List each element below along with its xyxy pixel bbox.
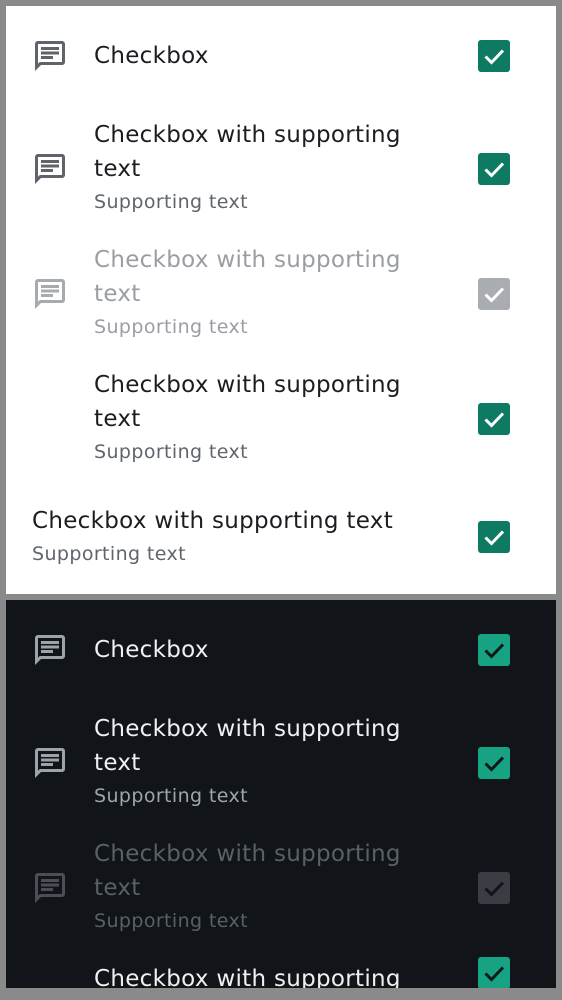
list-item-text: Checkbox with supporting text Supporting…	[94, 243, 404, 342]
supporting-text: Supporting text	[94, 785, 249, 807]
checkbox-disabled	[478, 872, 510, 904]
list-item-title: Checkbox with supporting text	[94, 372, 401, 432]
checkbox[interactable]	[478, 40, 510, 72]
supporting-text: Supporting text	[32, 543, 187, 565]
message-icon	[32, 276, 68, 312]
checkbox[interactable]	[478, 153, 510, 185]
checkbox-disabled	[478, 278, 510, 310]
list-item-checkbox-disabled: Checkbox with supporting text Supporting…	[6, 239, 556, 349]
list-item-checkbox[interactable]: Checkbox	[6, 618, 556, 682]
list-item-checkbox[interactable]: Checkbox	[6, 24, 556, 88]
list-item-text: Checkbox	[94, 633, 404, 667]
list-item-text: Checkbox with supporting text Supporting…	[94, 118, 404, 217]
list-item-text: Checkbox with supporting text Supporting…	[94, 837, 404, 936]
list-item-checkbox-no-icon[interactable]: Checkbox with supporting	[6, 957, 556, 988]
list-item-checkbox-no-icon[interactable]: Checkbox with supporting text Supporting…	[6, 364, 556, 474]
list-item-title: Checkbox with supporting text	[94, 247, 401, 307]
list-item-title: Checkbox	[94, 637, 209, 663]
message-icon	[32, 38, 68, 74]
message-icon	[32, 745, 68, 781]
list-item-title: Checkbox with supporting text	[94, 841, 401, 901]
list-item-checkbox-disabled: Checkbox with supporting text Supporting…	[6, 833, 556, 943]
list-item-text: Checkbox with supporting	[94, 962, 404, 988]
message-icon	[32, 870, 68, 906]
supporting-text: Supporting text	[94, 441, 249, 463]
checkbox[interactable]	[478, 747, 510, 779]
light-theme-panel: Checkbox Checkbox with supporting text S…	[6, 6, 556, 594]
list-item-checkbox-supporting[interactable]: Checkbox with supporting text Supporting…	[6, 708, 556, 818]
list-item-checkbox-no-indent[interactable]: Checkbox with supporting text Supporting…	[6, 502, 556, 582]
checkbox[interactable]	[478, 521, 510, 553]
list-item-text: Checkbox with supporting text Supporting…	[94, 712, 404, 811]
supporting-text: Supporting text	[94, 316, 249, 338]
list-item-title: Checkbox	[94, 43, 209, 69]
list-item-text: Checkbox with supporting text Supporting…	[32, 504, 432, 569]
list-item-title: Checkbox with supporting text	[94, 122, 401, 182]
supporting-text: Supporting text	[94, 910, 249, 932]
checkbox[interactable]	[478, 634, 510, 666]
list-item-title: Checkbox with supporting text	[32, 508, 394, 534]
supporting-text: Supporting text	[94, 191, 249, 213]
checkbox[interactable]	[478, 403, 510, 435]
list-item-text: Checkbox	[94, 39, 404, 73]
message-icon	[32, 632, 68, 668]
list-item-title: Checkbox with supporting	[94, 966, 401, 988]
dark-theme-panel: Checkbox Checkbox with supporting text S…	[6, 600, 556, 988]
checkbox[interactable]	[478, 957, 510, 988]
list-item-text: Checkbox with supporting text Supporting…	[94, 368, 404, 467]
list-item-checkbox-supporting[interactable]: Checkbox with supporting text Supporting…	[6, 114, 556, 224]
message-icon	[32, 151, 68, 187]
list-item-title: Checkbox with supporting text	[94, 716, 401, 776]
